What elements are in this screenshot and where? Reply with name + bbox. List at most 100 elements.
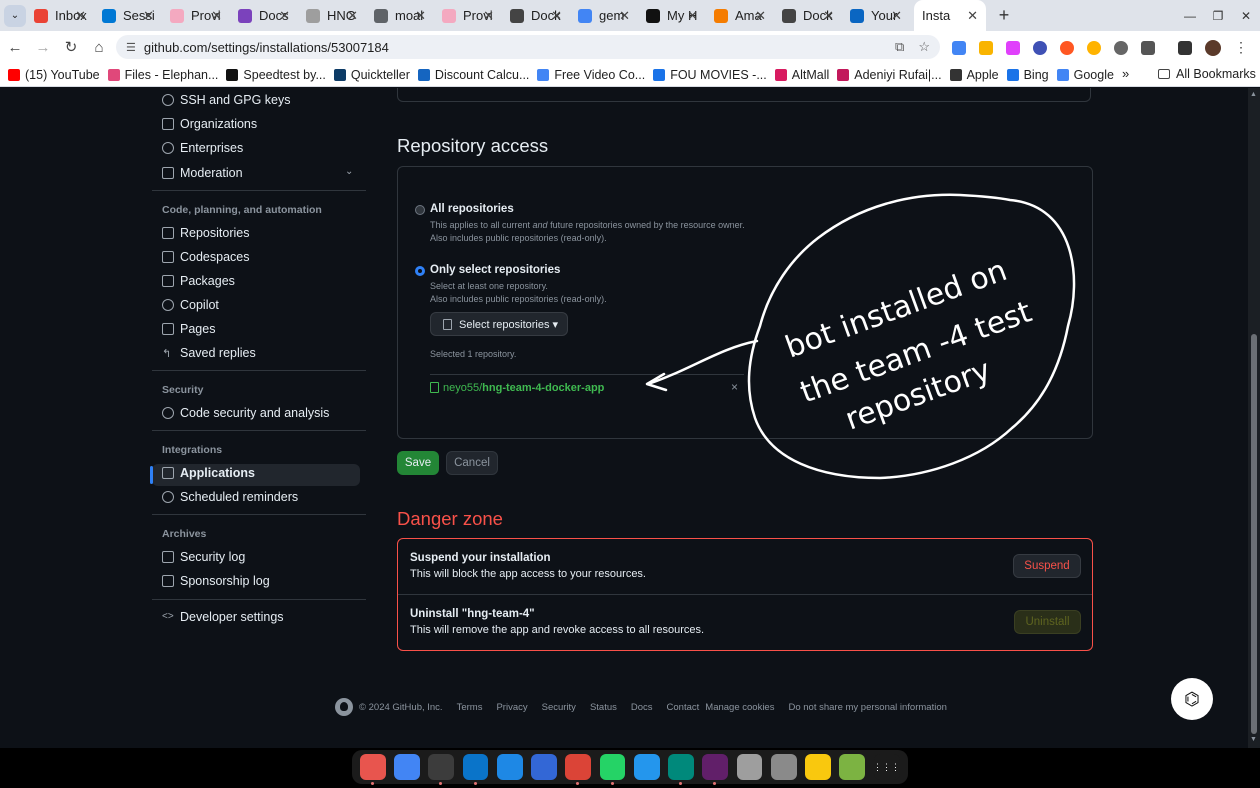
sidebar-item-code-security[interactable]: Code security and analysis [162,402,362,424]
bookmark-item[interactable]: Adeniyi Rufai|... [837,68,942,82]
forward-icon[interactable]: → [30,39,56,56]
copilot-button[interactable]: ⌬ [1171,678,1213,720]
save-button[interactable]: Save [397,451,439,475]
bookmark-item[interactable]: (15) YouTube [8,68,100,82]
bookmark-item[interactable]: AltMall [774,68,829,82]
tab[interactable]: Provi ✕ [162,0,230,31]
translate-extension-icon[interactable] [952,40,966,55]
footer-link-status[interactable]: Status [590,702,617,713]
close-window-icon[interactable]: ✕ [1232,9,1260,23]
minimize-icon[interactable]: — [1176,9,1204,23]
chrome-app-icon[interactable] [565,754,592,785]
radio-only-select-repositories[interactable] [415,266,425,276]
sidebar-item-saved-replies[interactable]: ↰ Saved replies [162,342,362,364]
footer-link-manage-cookies[interactable]: Manage cookies [705,702,774,713]
bookmark-item[interactable]: Bing [1006,68,1049,82]
sidebar-item-packages[interactable]: Packages [162,270,362,292]
sidebar-item-sponsorship-log[interactable]: Sponsorship log [162,570,362,592]
yellow-extension-icon[interactable] [979,40,993,55]
tab[interactable]: Dock ✕ [774,0,842,31]
tab[interactable]: moal ✕ [366,0,434,31]
tab[interactable]: HNG ✕ [298,0,366,31]
whatsapp-app-icon[interactable] [599,754,626,785]
sidebar-item-applications[interactable]: Applications [162,462,362,484]
select-repositories-button[interactable]: Select repositories ▾ [430,312,568,336]
bookmark-item[interactable]: Speedtest by... [226,68,326,82]
sidebar-item-pages[interactable]: Pages [162,318,362,340]
tab[interactable]: Provi ✕ [434,0,502,31]
bookmark-item[interactable]: Free Video Co... [537,68,645,82]
sidebar-item-developer-settings[interactable]: <> Developer settings [162,606,362,628]
close-icon[interactable]: ✕ [755,8,766,24]
suspend-button[interactable]: Suspend [1013,554,1081,578]
sidebar-item-enterprises[interactable]: Enterprises [162,137,362,159]
home-icon[interactable]: ⌂ [86,39,112,56]
remove-repo-button[interactable]: × [731,380,738,394]
app-icon-green[interactable] [839,754,866,780]
footer-link-do-not-share[interactable]: Do not share my personal information [788,702,946,713]
open-in-app-icon[interactable]: ⧉ [895,39,904,55]
docs-app-icon[interactable] [394,754,420,780]
tab[interactable]: Sessi ✕ [94,0,162,31]
cancel-button[interactable]: Cancel [446,451,498,475]
app-icon-yellow[interactable] [805,754,831,780]
sidebar-item-ssh-gpg[interactable]: SSH and GPG keys [162,89,362,111]
docker-app-icon[interactable] [633,754,660,780]
close-icon[interactable]: ✕ [967,8,978,24]
chevron-down-icon[interactable]: ⌄ [345,166,353,177]
footer-link-contact[interactable]: Contact [667,702,700,713]
bookmark-item[interactable]: FOU MOVIES -... [653,68,767,82]
sidebar-item-repositories[interactable]: Repositories [162,222,362,244]
scrollbar-thumb[interactable] [1251,334,1257,734]
new-tab-button[interactable]: + [992,5,1016,26]
launcher-app-icon[interactable]: ⋮⋮⋮ [873,754,900,780]
site-info-icon[interactable]: ☰ [126,41,136,54]
scrollbar[interactable]: ▲ ▼ [1248,88,1260,748]
bookmark-star-icon[interactable]: ☆ [918,39,930,55]
color-extension-icon[interactable] [1060,40,1074,55]
close-icon[interactable]: ✕ [619,8,630,24]
menu-icon[interactable]: ⋮ [1234,39,1248,56]
vscode-app-icon[interactable] [462,754,489,785]
radio-all-repositories[interactable] [415,205,425,215]
close-icon[interactable]: ✕ [279,8,290,24]
profile-avatar[interactable] [1205,39,1221,56]
close-icon[interactable]: ✕ [483,8,494,24]
bookmark-item[interactable]: Apple [949,68,999,82]
tab[interactable]: Dock ✕ [502,0,570,31]
scroll-down-icon[interactable]: ▼ [1250,736,1257,743]
uninstall-button[interactable]: Uninstall [1014,610,1081,634]
app-icon-gray-1[interactable] [736,754,763,780]
close-icon[interactable]: ✕ [211,8,222,24]
footer-link-terms[interactable]: Terms [457,702,483,713]
files-app-icon[interactable] [360,754,386,785]
performance-icon[interactable] [1114,40,1128,55]
close-icon[interactable]: ✕ [143,8,154,24]
tab[interactable]: Inbox ✕ [26,0,94,31]
address-bar[interactable]: ☰ github.com/settings/installations/5300… [116,35,940,59]
tab[interactable]: Ama ✕ [706,0,774,31]
close-icon[interactable]: ✕ [347,8,358,24]
bookmark-item[interactable]: Discount Calcu... [417,68,529,82]
meet-app-icon[interactable] [668,754,694,785]
sidebar-item-organizations[interactable]: Organizations [162,113,362,135]
orange-extension-icon[interactable] [1087,40,1101,55]
sidebar-item-scheduled-reminders[interactable]: Scheduled reminders [162,486,362,508]
tab[interactable]: Docs ✕ [230,0,298,31]
close-icon[interactable]: ✕ [891,8,902,24]
footer-link-security[interactable]: Security [542,702,576,713]
sidebar-item-security-log[interactable]: Security log [162,546,362,568]
gear-extension-icon[interactable] [1033,40,1047,55]
scroll-up-icon[interactable]: ▲ [1250,91,1257,98]
close-icon[interactable]: ✕ [823,8,834,24]
close-icon[interactable]: ✕ [551,8,562,24]
bookmarks-overflow-icon[interactable]: » [1122,66,1129,81]
grid-extension-icon[interactable] [1006,40,1020,55]
tab[interactable]: gem ✕ [570,0,638,31]
extensions-puzzle-icon[interactable] [1141,40,1155,55]
bookmark-item[interactable]: Quickteller [333,68,410,82]
all-bookmarks-button[interactable]: All Bookmarks [1158,67,1256,81]
download-icon[interactable] [1178,40,1192,55]
drawio-app-icon[interactable] [496,754,523,780]
sidebar-item-copilot[interactable]: Copilot [162,294,362,316]
